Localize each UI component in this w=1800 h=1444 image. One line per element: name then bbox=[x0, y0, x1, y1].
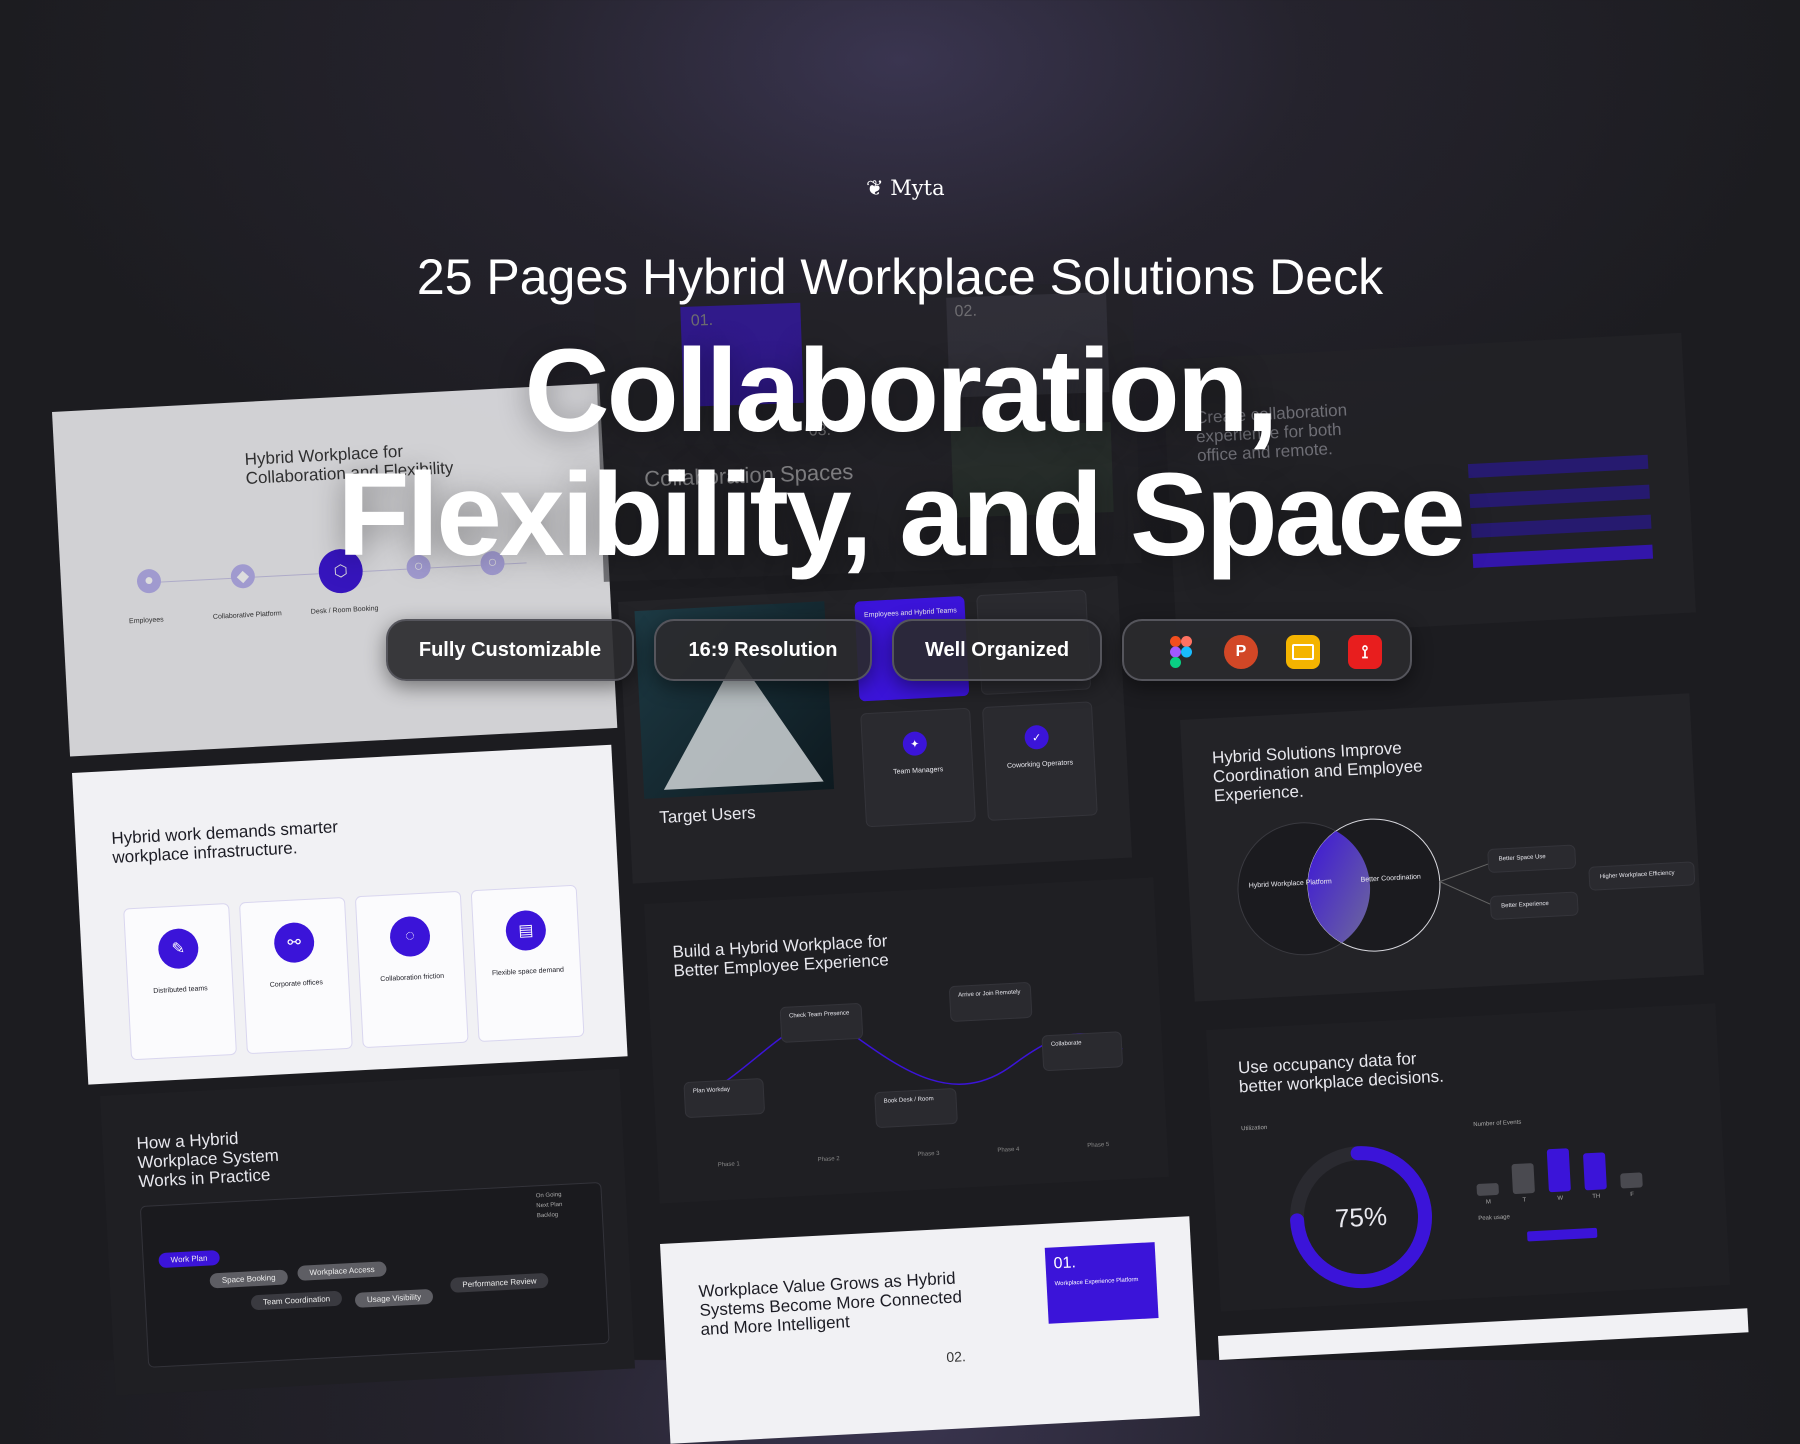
badge-well-organized: Well Organized bbox=[892, 619, 1102, 681]
peak-bar bbox=[1526, 1227, 1598, 1242]
day-bar bbox=[1511, 1163, 1535, 1195]
card-collaboration-friction: ◌ Collaboration friction bbox=[354, 890, 469, 1049]
next-number: 02. bbox=[945, 1348, 967, 1366]
day-label: F bbox=[1630, 1191, 1635, 1199]
day-label: W bbox=[1557, 1195, 1564, 1202]
events-bar-chart: M T W TH F bbox=[1474, 1127, 1657, 1206]
network-icon: ⚯ bbox=[273, 921, 316, 964]
slide-i-title: Use occupancy data for better workplace … bbox=[1237, 1049, 1445, 1097]
day-bar bbox=[1546, 1147, 1571, 1193]
card-flexible-space: ▤ Flexible space demand bbox=[470, 884, 585, 1043]
card-label: Corporate offices bbox=[269, 979, 324, 989]
utilization-label: Utilization bbox=[1241, 1124, 1268, 1133]
phase-label: Phase 2 bbox=[817, 1156, 840, 1164]
app-compatibility-badge: P ⟟ bbox=[1122, 619, 1412, 681]
card-distributed-teams: ✎ Distributed teams bbox=[123, 902, 237, 1061]
phase-label: Phase 5 bbox=[1087, 1141, 1110, 1150]
legend-item: Backlog bbox=[536, 1212, 559, 1220]
slide-hybrid-solutions-venn: Hybrid Solutions Improve Coordination an… bbox=[1180, 693, 1705, 1002]
day-bar bbox=[1476, 1182, 1500, 1197]
slide-b-title: Hybrid work demands smarter workplace in… bbox=[110, 817, 339, 867]
pdf-icon: ⟟ bbox=[1348, 635, 1382, 669]
output-chip: Better Experience bbox=[1489, 891, 1579, 921]
day-label: TH bbox=[1592, 1193, 1601, 1201]
checkmark-icon: ✓ bbox=[1024, 724, 1050, 750]
focus-icon: ◌ bbox=[389, 915, 432, 958]
card-label: Coworking Operators bbox=[1006, 759, 1074, 770]
headline-line-2: Flexibility, and Space bbox=[337, 449, 1465, 581]
phase-label: Phase 4 bbox=[997, 1146, 1020, 1154]
slide-occupancy-data: Use occupancy data for better workplace … bbox=[1206, 1003, 1731, 1312]
venn-diagram bbox=[1237, 818, 1491, 956]
step-label: Desk / Room Booking bbox=[310, 605, 379, 616]
card-label: Distributed teams bbox=[153, 985, 208, 996]
card-label: Employees and Hybrid Teams bbox=[863, 607, 957, 620]
day-label: M bbox=[1485, 1199, 1492, 1206]
gantt-pill: Work Plan bbox=[158, 1249, 220, 1269]
brand-name: Myta bbox=[890, 176, 945, 200]
journey-node: Check Team Presence bbox=[779, 1002, 864, 1043]
card-label: Flexible space demand bbox=[491, 966, 565, 978]
peak-label: Peak usage bbox=[1478, 1214, 1511, 1223]
journey-node: Plan Workday bbox=[683, 1077, 766, 1119]
slide-c-title: How a Hybrid Workplace System Works in P… bbox=[136, 1128, 280, 1192]
sparkle-icon: ✦ bbox=[902, 731, 928, 757]
google-slides-icon bbox=[1286, 635, 1320, 669]
badge-resolution: 16:9 Resolution bbox=[654, 619, 872, 681]
day-bar bbox=[1582, 1152, 1607, 1191]
slide-e-title: Target Users bbox=[658, 803, 757, 828]
figma-icon bbox=[1164, 635, 1198, 669]
card-number: 01. bbox=[1053, 1254, 1077, 1273]
phase-label: Phase 3 bbox=[917, 1150, 940, 1159]
wrench-icon: ✎ bbox=[157, 927, 200, 970]
journey-node: Collaborate bbox=[1041, 1031, 1124, 1072]
user-card: ✓ Coworking Operators bbox=[981, 701, 1098, 821]
phase-label: Phase 1 bbox=[717, 1161, 740, 1169]
badge-fully-customizable: Fully Customizable bbox=[386, 619, 634, 681]
deck-subtitle: 25 Pages Hybrid Workplace Solutions Deck bbox=[416, 249, 1384, 305]
step-label: Collaborative Platform bbox=[212, 610, 282, 621]
journey-node: Book Desk / Room bbox=[874, 1087, 958, 1129]
slide-employee-experience: Build a Hybrid Workplace for Better Empl… bbox=[644, 877, 1170, 1204]
step-label: Employees bbox=[128, 616, 164, 626]
value-card: 01. Workplace Experience Platform bbox=[1044, 1242, 1159, 1324]
day-label: T bbox=[1522, 1197, 1527, 1204]
user-card: ✦ Team Managers bbox=[860, 707, 976, 828]
chat-icon: ▤ bbox=[504, 909, 547, 952]
butterfly-icon: ❦ bbox=[866, 176, 884, 200]
slide-workplace-infrastructure: Hybrid work demands smarter workplace in… bbox=[72, 744, 628, 1085]
card-title: Workplace Experience Platform bbox=[1054, 1277, 1139, 1288]
events-label: Number of Events bbox=[1473, 1119, 1522, 1129]
slide-hybrid-system-practice: How a Hybrid Workplace System Works in P… bbox=[100, 1068, 635, 1396]
powerpoint-icon: P bbox=[1224, 635, 1258, 669]
slide-j-title: Workplace Value Grows as Hybrid Systems … bbox=[698, 1268, 963, 1339]
card-label: Team Managers bbox=[892, 766, 944, 776]
slide-workplace-value: Workplace Value Grows as Hybrid Systems … bbox=[660, 1216, 1200, 1444]
day-bar bbox=[1620, 1172, 1643, 1189]
journey-node: Arrive or Join Remotely bbox=[948, 981, 1033, 1023]
slide-partial-bottom-right bbox=[1218, 1308, 1749, 1360]
output-chip: Better Space Use bbox=[1487, 844, 1577, 874]
card-label: Collaboration friction bbox=[380, 972, 445, 984]
card-corporate-offices: ⚯ Corporate offices bbox=[239, 896, 353, 1055]
brand-logo: ❦ Myta bbox=[866, 176, 945, 200]
headline-line-1: Collaboration, bbox=[524, 325, 1278, 457]
